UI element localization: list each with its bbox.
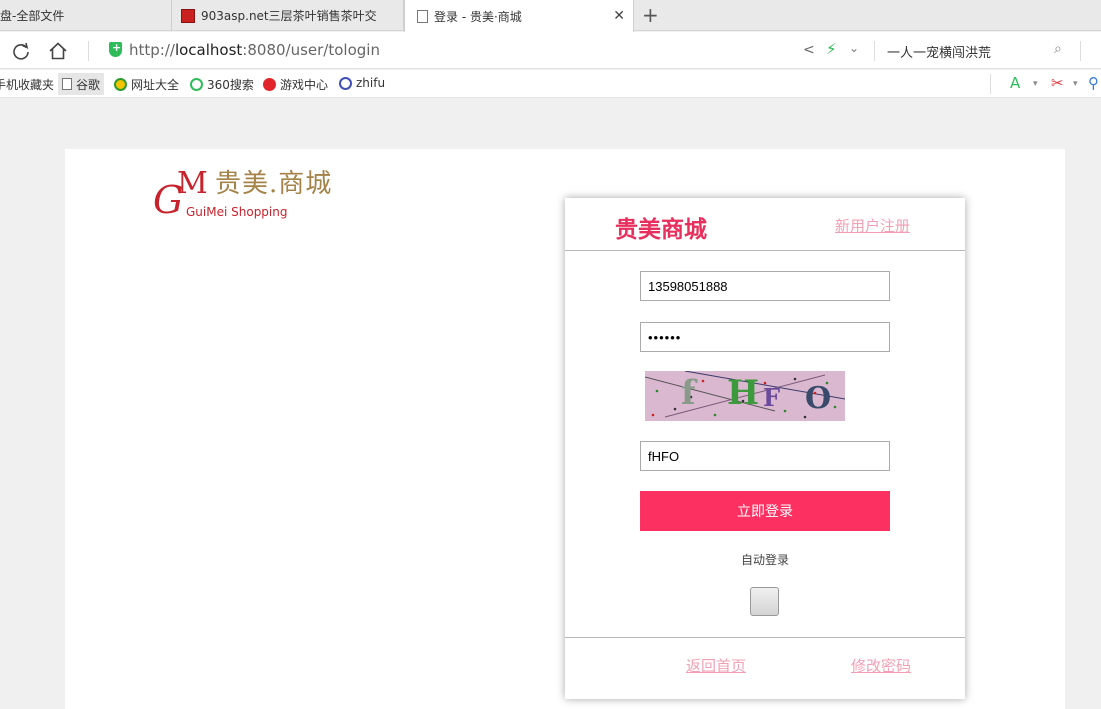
page-content: G M 贵美.商城 GuiMei Shopping 贵美商城 新用户注册 135… <box>65 149 1065 709</box>
divider <box>88 41 89 61</box>
bookmark-label: 手机收藏夹 <box>0 78 55 92</box>
captcha-char: F <box>763 383 781 412</box>
divider <box>990 74 991 94</box>
refresh-icon[interactable] <box>9 39 33 63</box>
chevron-down-icon[interactable]: ▾ <box>1033 79 1038 89</box>
phone-input[interactable]: 13598051888 <box>640 271 890 301</box>
tab-title: 登录 - 贵美·商城 <box>434 9 522 24</box>
url-field[interactable]: http://localhost:8080/user/tologin <box>129 41 380 59</box>
page-viewport: G M 贵美.商城 GuiMei Shopping 贵美商城 新用户注册 135… <box>0 99 1101 709</box>
divider <box>874 41 875 61</box>
security-shield-icon[interactable] <box>109 41 122 57</box>
change-password-link[interactable]: 修改密码 <box>851 655 911 676</box>
bookmark-label: 网址大全 <box>131 78 180 92</box>
translate-icon[interactable]: A <box>1010 74 1020 92</box>
login-button[interactable]: 立即登录 <box>640 491 890 531</box>
url-protocol: http:// <box>129 41 175 59</box>
tab-strip: 网盘-全部文件 903asp.net三层茶叶销售茶叶交易 登录 - 贵美·商城 … <box>0 0 1101 32</box>
tab-netdisk[interactable]: 网盘-全部文件 <box>0 0 172 31</box>
zhifu-icon <box>339 76 352 90</box>
home-icon[interactable] <box>46 39 70 63</box>
captcha-char: f <box>681 373 696 413</box>
bookmark-google[interactable]: 谷歌 <box>58 73 105 95</box>
close-icon[interactable]: ✕ <box>613 8 625 24</box>
url-path: :8080/user/tologin <box>242 41 380 59</box>
bookmark-nav-sites[interactable]: 网址大全 <box>114 76 179 93</box>
site-favicon-icon <box>181 8 195 23</box>
logo-letter-m: M <box>177 166 208 201</box>
back-home-link[interactable]: 返回首页 <box>686 655 746 676</box>
brand-title: 贵美商城 <box>615 217 707 243</box>
login-header: 贵美商城 新用户注册 <box>565 198 965 251</box>
password-input[interactable]: •••••• <box>640 322 890 352</box>
bookmark-label: 游戏中心 <box>280 78 329 92</box>
captcha-image[interactable]: f H F O <box>645 371 845 421</box>
url-host: localhost <box>174 41 243 59</box>
logo-name-en: GuiMei Shopping <box>186 205 288 219</box>
login-footer: 返回首页 修改密码 <box>565 637 965 699</box>
auto-login-checkbox[interactable] <box>750 587 779 616</box>
page-icon <box>417 9 428 23</box>
new-tab-icon[interactable]: + <box>642 4 659 26</box>
bookmark-label: 谷歌 <box>76 77 101 92</box>
game-center-icon <box>263 78 276 91</box>
chevron-down-icon[interactable]: ⌄ <box>849 41 859 55</box>
bookmark-zhifu[interactable]: zhifu <box>339 76 385 90</box>
tab-title: 网盘-全部文件 <box>0 9 65 23</box>
share-icon[interactable]: < <box>803 42 815 58</box>
scissors-icon[interactable]: ✂ <box>1051 74 1064 92</box>
search-input[interactable]: 一人一宠横闯洪荒 <box>887 42 991 61</box>
site-logo[interactable]: G M 贵美.商城 GuiMei Shopping <box>153 167 353 227</box>
auto-login-label: 自动登录 <box>740 553 789 567</box>
bookmarks-bar: 手机收藏夹 谷歌 网址大全 360搜索 游戏中心 zhifu <box>0 70 1101 98</box>
captcha-input[interactable]: fHFO <box>640 441 890 471</box>
bookmark-mobile[interactable]: 手机收藏夹 <box>0 76 54 93</box>
bookmark-label: 360搜索 <box>207 78 254 92</box>
lightning-icon[interactable]: ⚡ <box>826 40 837 58</box>
captcha-char: H <box>727 373 760 413</box>
search-icon[interactable]: ⌕ <box>1054 41 1062 57</box>
tab-login-active[interactable]: 登录 - 贵美·商城 ✕ <box>404 0 634 32</box>
search-360-icon <box>190 78 203 91</box>
tab-title: 903asp.net三层茶叶销售茶叶交易 <box>201 9 376 23</box>
bookmark-game-center[interactable]: 游戏中心 <box>263 76 328 93</box>
bookmark-label: zhifu <box>356 76 386 90</box>
address-bar-row: http://localhost:8080/user/tologin < ⚡ ⌄… <box>0 32 1101 69</box>
divider <box>1080 41 1081 61</box>
captcha-char: O <box>805 381 832 416</box>
nav-site-icon <box>114 78 127 91</box>
bookmark-360-search[interactable]: 360搜索 <box>190 76 254 93</box>
register-link[interactable]: 新用户注册 <box>835 215 910 236</box>
tab-tea-shop[interactable]: 903asp.net三层茶叶销售茶叶交易 <box>172 0 404 31</box>
page-icon <box>62 78 72 90</box>
logo-name-cn: 贵美.商城 <box>215 169 333 199</box>
chevron-down-icon[interactable]: ▾ <box>1073 79 1078 89</box>
login-panel: 贵美商城 新用户注册 13598051888 •••••• f H F O fH… <box>565 198 965 699</box>
magnifier-icon[interactable]: ⚲ <box>1088 74 1099 92</box>
